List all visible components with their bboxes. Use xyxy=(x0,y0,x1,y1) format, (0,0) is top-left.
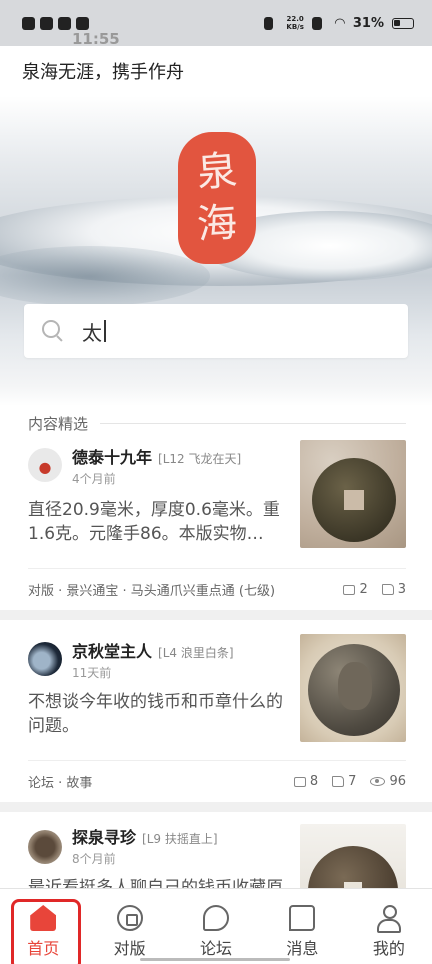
home-icon xyxy=(30,905,57,931)
post-excerpt: 最近看挺多人聊自己的钱币收藏原因的，我想了想也想和大家 xyxy=(28,878,283,888)
nav-forum-label: 论坛 xyxy=(200,939,233,958)
post-time: 8个月前 xyxy=(72,852,116,866)
nav-home-label: 首页 xyxy=(27,939,60,958)
post-body[interactable]: 德泰十九年 [L12 飞龙在天] 4个月前 直径20.9毫米，厚度0.6毫米。重1… xyxy=(0,440,432,568)
profile-icon xyxy=(376,905,402,933)
post-tags[interactable]: 论坛 · 故事 xyxy=(28,772,280,791)
post-card[interactable]: 探泉寻珍 [L9 扶摇直上] 8个月前 最近看挺多人聊自己的钱币收藏原因的，我想了… xyxy=(0,812,432,888)
home-indicator xyxy=(140,958,290,961)
nav-profile-label: 我的 xyxy=(372,939,405,958)
post-tags[interactable]: 对版 · 景兴通宝 · 马头通爪兴重点通 (七级) xyxy=(28,580,329,599)
search-bar[interactable]: 太 xyxy=(24,304,408,358)
nav-compare[interactable]: 对版 xyxy=(86,889,172,964)
post-footer: 对版 · 景兴通宝 · 马头通爪兴重点通 (七级) 2 3 xyxy=(28,568,406,610)
net-speed-unit: KB/s xyxy=(286,23,304,31)
section-title: 内容精选 xyxy=(28,414,89,433)
net-speed-value: 22.0 xyxy=(286,15,304,23)
nav-messages[interactable]: 消息 xyxy=(259,889,345,964)
post-thumbnail[interactable] xyxy=(300,634,406,742)
wave-decoration xyxy=(0,246,210,306)
post-author[interactable]: 京秋堂主人 [L4 浪里白条] xyxy=(72,638,234,662)
bottom-navigation: 首页 对版 论坛 消息 我的 xyxy=(0,888,432,964)
search-input[interactable]: 太 xyxy=(82,317,102,346)
post-time: 4个月前 xyxy=(72,472,116,486)
eye-icon xyxy=(370,777,386,786)
post-time: 11天前 xyxy=(72,666,112,680)
seal-logo: 泉 海 xyxy=(178,132,256,264)
section-header: 内容精选 xyxy=(0,406,432,440)
like-icon xyxy=(381,584,394,595)
post-thumbnail[interactable] xyxy=(300,440,406,548)
post-excerpt: 直径20.9毫米，厚度0.6毫米。重1.6克。元隆手86。本版实物… xyxy=(28,500,280,544)
nav-messages-label: 消息 xyxy=(286,939,319,958)
hero-banner: 泉海无涯，携手作舟 泉 海 太 xyxy=(0,46,432,406)
vibrate-icon xyxy=(264,16,274,30)
wifi-icon: ◠ xyxy=(334,15,345,31)
post-excerpt: 不想谈今年收的钱币和币章什么的问题。 xyxy=(28,692,283,736)
author-level: [L12 飞龙在天] xyxy=(158,452,242,466)
post-thumbnail[interactable] xyxy=(300,824,406,888)
chat-notification-icon xyxy=(58,16,71,30)
view-count: 96 xyxy=(370,774,406,789)
message-icon xyxy=(289,905,316,931)
comment-count[interactable]: 8 xyxy=(293,774,319,789)
like-count[interactable]: 7 xyxy=(332,774,356,789)
avatar[interactable] xyxy=(28,830,62,864)
post-author[interactable]: 探泉寻珍 [L9 扶摇直上] xyxy=(72,824,218,848)
seal-char-1: 泉 xyxy=(195,147,239,197)
more-notification-icon xyxy=(76,16,89,30)
comment-icon xyxy=(343,584,356,595)
like-count[interactable]: 3 xyxy=(381,582,406,597)
author-name: 探泉寻珍 xyxy=(72,828,137,847)
mail-notification-icon xyxy=(40,16,53,30)
author-name: 德泰十九年 xyxy=(72,448,153,467)
nav-compare-label: 对版 xyxy=(113,939,146,958)
comment-icon xyxy=(293,776,306,787)
post-footer: 论坛 · 故事 8 7 96 xyxy=(28,760,406,802)
post-author[interactable]: 德泰十九年 [L12 飞龙在天] xyxy=(72,444,241,468)
sim-icon xyxy=(311,16,322,30)
post-card[interactable]: 德泰十九年 [L12 飞龙在天] 4个月前 直径20.9毫米，厚度0.6毫米。重1… xyxy=(0,440,432,610)
post-card[interactable]: 京秋堂主人 [L4 浪里白条] 11天前 不想谈今年收的钱币和币章什么的问题。 论… xyxy=(0,620,432,802)
view-count-value: 96 xyxy=(389,774,406,789)
avatar[interactable] xyxy=(28,642,62,676)
app-slogan: 泉海无涯，携手作舟 xyxy=(22,62,184,83)
comment-count[interactable]: 2 xyxy=(343,582,368,597)
author-level: [L4 浪里白条] xyxy=(158,646,234,660)
seal-char-2: 海 xyxy=(195,199,239,249)
post-body[interactable]: 探泉寻珍 [L9 扶摇直上] 8个月前 最近看挺多人聊自己的钱币收藏原因的，我想了… xyxy=(0,812,432,888)
app-notification-icon xyxy=(22,16,35,30)
like-icon xyxy=(332,776,345,787)
status-right: 22.0 KB/s ◠ 31% xyxy=(264,15,414,31)
content-feed[interactable]: 内容精选 德泰十九年 [L12 飞龙在天] 4个月前 直径20.9毫米，厚度0.6… xyxy=(0,406,432,888)
section-divider xyxy=(100,422,406,424)
author-level: [L9 扶摇直上] xyxy=(142,832,218,846)
text-caret xyxy=(104,320,106,342)
post-body[interactable]: 京秋堂主人 [L4 浪里白条] 11天前 不想谈今年收的钱币和币章什么的问题。 xyxy=(0,620,432,760)
forum-icon xyxy=(203,905,230,931)
nav-home[interactable]: 首页 xyxy=(0,889,86,964)
nav-forum[interactable]: 论坛 xyxy=(173,889,259,964)
search-icon xyxy=(42,320,64,342)
net-speed: 22.0 KB/s xyxy=(286,15,303,31)
compare-icon xyxy=(116,905,143,931)
comment-count-value: 2 xyxy=(359,582,368,597)
like-count-value: 3 xyxy=(397,582,406,597)
avatar[interactable] xyxy=(28,448,62,482)
comment-count-value: 8 xyxy=(309,774,319,789)
nav-profile[interactable]: 我的 xyxy=(346,889,432,964)
battery-percent: 31% xyxy=(352,15,384,31)
like-count-value: 7 xyxy=(348,774,357,789)
status-bar: 11:55 22.0 KB/s ◠ 31% xyxy=(0,0,432,48)
author-name: 京秋堂主人 xyxy=(72,642,153,661)
battery-icon xyxy=(392,17,414,29)
